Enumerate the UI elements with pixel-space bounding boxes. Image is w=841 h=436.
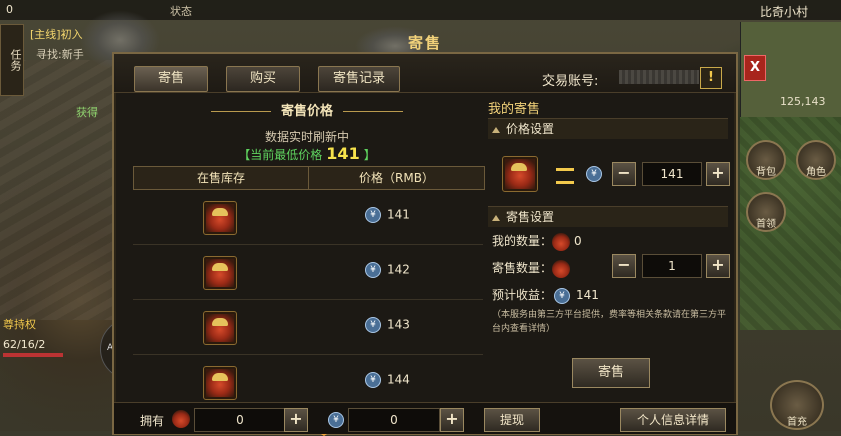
my-consign-section: 我的寄售 价格设置 ¥ − 141 + 寄售设置 我的数量： 0 寄售数量： − … [486, 94, 732, 388]
lowest-price-line: 【当前最低价格 141】 [238, 144, 376, 163]
role-button[interactable]: 角色 [796, 140, 836, 180]
gold-bag-icon [203, 201, 237, 235]
hp-bar [3, 353, 63, 357]
account-value-blurred [619, 70, 699, 84]
consign-panel: 寄售 寄售 购买 寄售记录 交易账号: ! 寄售价格 数据实时刷新中 【当前最低… [112, 34, 738, 436]
sale-settings-header: 寄售设置 [488, 206, 728, 227]
own-yuan-plus-button[interactable]: + [440, 408, 464, 432]
tab-buy[interactable]: 购买 [226, 66, 300, 92]
qty-input[interactable]: 1 [642, 254, 702, 278]
quest-main[interactable]: [主线]初入 [30, 26, 83, 42]
panel-title: 寄售 [407, 34, 442, 52]
market-row[interactable]: ¥141 [133, 190, 483, 245]
market-row[interactable]: ¥143 [133, 300, 483, 355]
yen-icon: ¥ [365, 317, 381, 333]
own-yuan-field: 0 [348, 408, 440, 432]
coords-readout: 125,143 [780, 95, 826, 108]
price-minus-button[interactable]: − [612, 162, 636, 186]
market-row[interactable]: ¥142 [133, 245, 483, 300]
home-button[interactable]: 首领 [746, 192, 786, 232]
yen-icon: ¥ [554, 287, 571, 304]
tab-bar: 寄售 购买 寄售记录 交易账号: ! [114, 54, 736, 93]
refresh-text: 数据实时刷新中 [264, 130, 349, 144]
row-price: ¥141 [365, 207, 410, 223]
qty-plus-button[interactable]: + [706, 254, 730, 278]
yen-icon: ¥ [586, 166, 602, 182]
gold-bag-icon [203, 256, 237, 290]
hp-text: 62/16/2 [3, 338, 46, 351]
player-hp: 尊持权 62/16/2 [3, 316, 63, 357]
warning-icon[interactable]: ! [700, 67, 722, 89]
col-price: 价格（RMB） [359, 171, 434, 185]
gold-bag-icon [552, 232, 571, 251]
own-label: 拥有 [140, 414, 165, 428]
row-price: ¥143 [365, 317, 410, 333]
equals-icon [556, 168, 574, 184]
profile-button[interactable]: 个人信息详情 [620, 408, 726, 432]
price-plus-button[interactable]: + [706, 162, 730, 186]
quest-find[interactable]: 寻找:新手 [36, 46, 84, 62]
yen-icon: ¥ [365, 207, 381, 223]
quest-status: 获得 [76, 106, 98, 119]
location-name: 比奇小村 [760, 5, 809, 19]
market-rows: ¥141 ¥142 ¥143 ¥144 [133, 190, 483, 400]
my-consign-title: 我的寄售 [488, 102, 541, 117]
col-stock: 在售库存 [134, 167, 309, 189]
price-settings-header: 价格设置 [488, 118, 728, 139]
qty-minus-button[interactable]: − [612, 254, 636, 278]
top-counter: 0 [6, 3, 13, 16]
tab-records[interactable]: 寄售记录 [318, 66, 400, 92]
sell-button[interactable]: 寄售 [572, 358, 650, 388]
gold-bag-icon [552, 259, 571, 278]
gold-bag-icon [203, 311, 237, 345]
gold-bag-icon [203, 366, 237, 400]
tab-consign[interactable]: 寄售 [134, 66, 208, 92]
yen-icon: ¥ [365, 372, 381, 388]
service-note: （本服务由第三方平台提供，费率等相关条款请在第三方平台内查看详情） [492, 310, 727, 334]
market-row[interactable]: ¥144 [133, 355, 483, 400]
player-name: 尊持权 [3, 318, 36, 331]
market-table-header: 在售库存 价格（RMB） [133, 166, 485, 190]
income-row: 预计收益： ¥141 [492, 287, 599, 304]
first-charge-button[interactable]: 首充 [770, 380, 824, 430]
my-qty-row: 我的数量： 0 [492, 232, 582, 251]
lowest-price: 141 [326, 144, 360, 163]
yen-icon: ¥ [365, 262, 381, 278]
own-items-plus-button[interactable]: + [284, 408, 308, 432]
market-header: 寄售价格 [130, 100, 484, 119]
price-input[interactable]: 141 [642, 162, 702, 186]
sell-qty-label: 寄售数量： [492, 259, 574, 278]
row-price: ¥142 [365, 262, 410, 278]
yen-icon: ¥ [328, 412, 344, 428]
own-items-field: 0 [194, 408, 286, 432]
market-section: 寄售价格 数据实时刷新中 【当前最低价格 141】 在售库存 价格（RMB） ¥1… [130, 94, 485, 436]
item-slot [502, 156, 538, 192]
gold-bag-icon [172, 410, 190, 428]
gold-bag-icon [502, 156, 538, 192]
bottom-bar: 拥有 0 + ¥ 0 + 提现 个人信息详情 [114, 402, 736, 434]
quest-side-tab[interactable]: 任务 [0, 24, 24, 96]
close-button[interactable]: X [744, 55, 766, 81]
status-label[interactable]: 状态 [170, 3, 192, 19]
account-label: 交易账号: [542, 74, 599, 89]
row-price: ¥144 [365, 372, 410, 388]
withdraw-button[interactable]: 提现 [484, 408, 540, 432]
bag-button[interactable]: 背包 [746, 140, 786, 180]
